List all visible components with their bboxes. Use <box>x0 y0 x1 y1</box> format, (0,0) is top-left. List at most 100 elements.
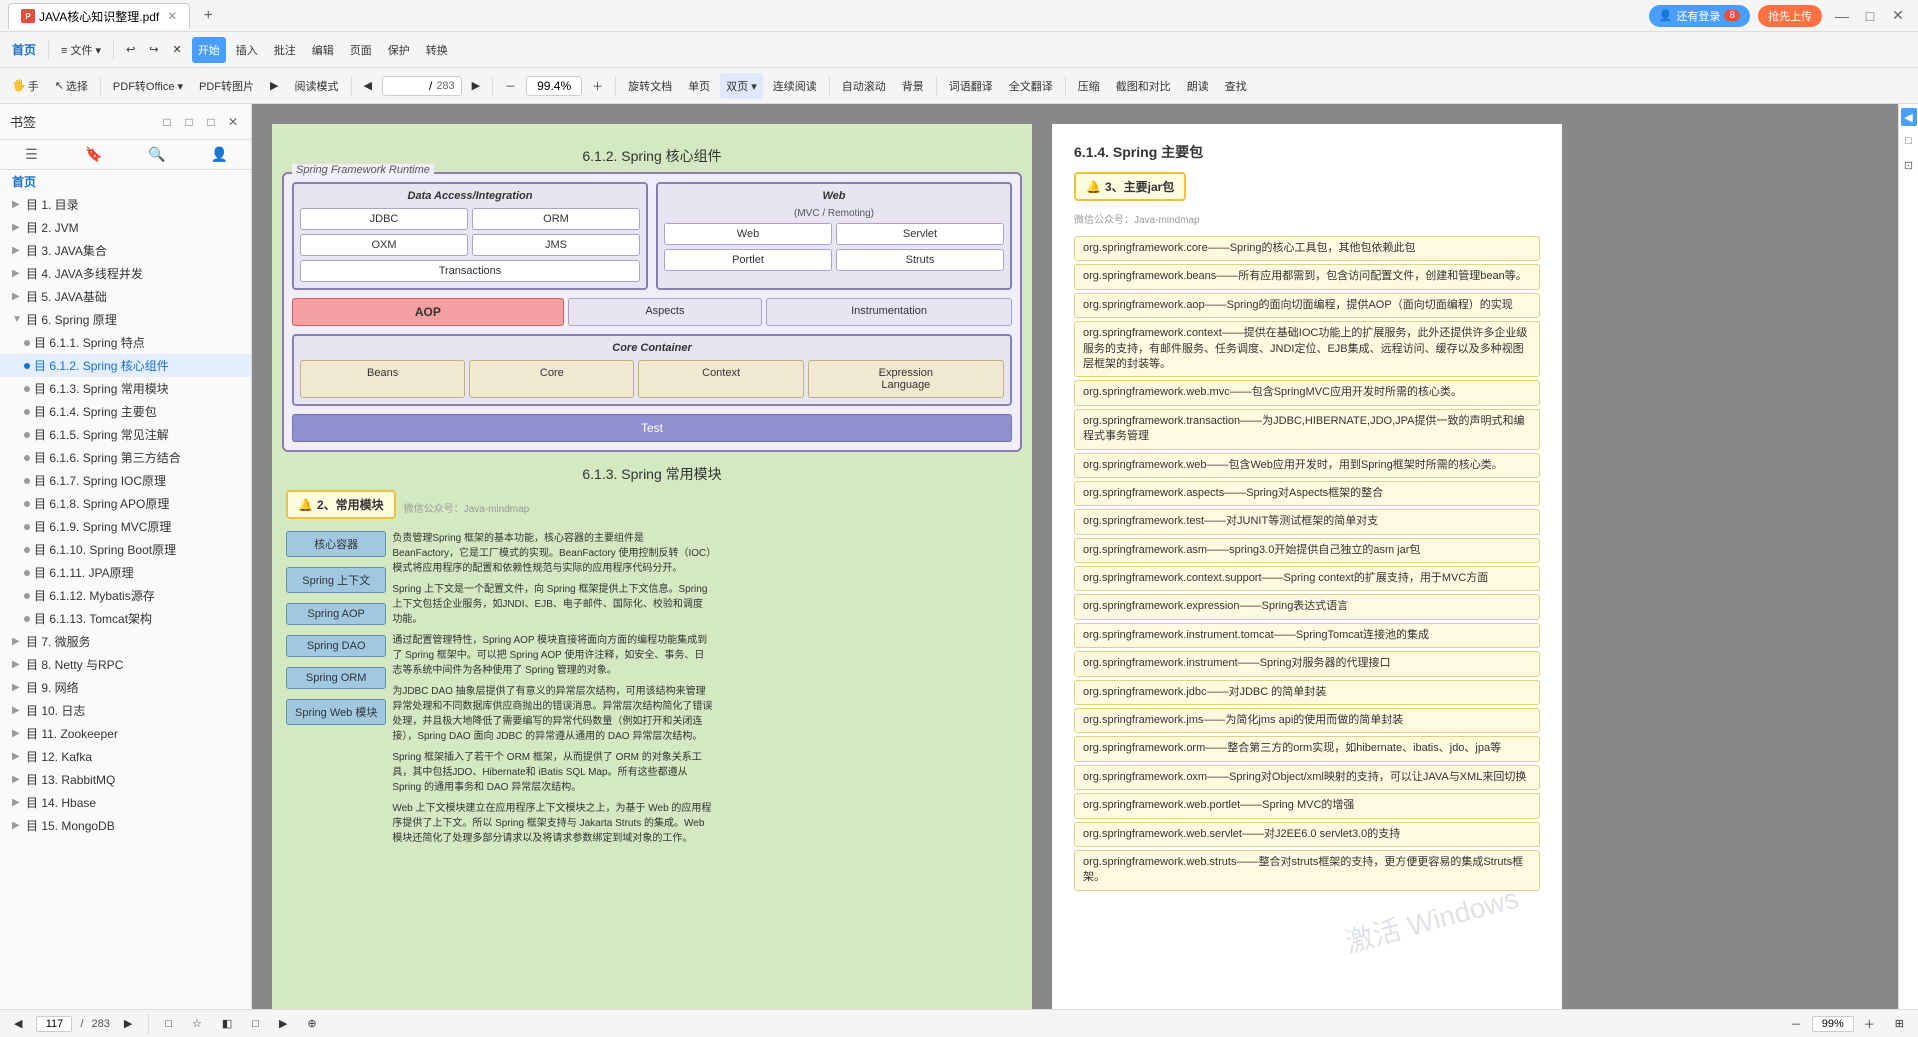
portlet-btn[interactable]: Portlet <box>664 249 832 271</box>
status-tool-1[interactable]: □ <box>159 1011 178 1037</box>
home-btn[interactable]: 首页 <box>6 37 42 63</box>
sidebar-tab-user[interactable]: 👤 <box>188 140 251 169</box>
prev-page-btn[interactable]: ◀ <box>358 73 378 99</box>
single-page-btn[interactable]: 单页 <box>682 73 716 99</box>
zoom-out-status-btn[interactable]: － <box>1785 1011 1808 1037</box>
login-btn[interactable]: 👤 还有登录 8 <box>1649 5 1750 27</box>
sidebar-item-ch10[interactable]: ▶ 目 10. 日志 <box>0 699 251 722</box>
module-spring-aop[interactable]: Spring AOP <box>286 603 386 625</box>
double-page-btn[interactable]: 双页 ▾ <box>720 73 763 99</box>
cancel-btn[interactable]: ✕ <box>167 37 188 63</box>
jdbc-btn[interactable]: JDBC <box>300 208 468 230</box>
sidebar-item-ch2[interactable]: ▶ 目 2. JVM <box>0 216 251 239</box>
servlet-btn[interactable]: Servlet <box>836 223 1004 245</box>
sidebar-icon-3[interactable]: □ <box>203 114 219 130</box>
module-spring-web[interactable]: Spring Web 模块 <box>286 699 386 725</box>
sidebar-tab-toc[interactable]: ☰ <box>0 140 63 169</box>
sidebar-item-ch6110[interactable]: 目 6.1.10. Spring Boot原理 <box>0 538 251 561</box>
play-btn[interactable]: ▶ <box>264 73 284 99</box>
zoom-in-btn[interactable]: ＋ <box>586 73 609 99</box>
aspects-btn[interactable]: Aspects <box>568 298 762 326</box>
transactions-btn[interactable]: Transactions <box>300 260 640 282</box>
core-btn[interactable]: Core <box>469 360 634 398</box>
zoom-status-input[interactable] <box>1812 1016 1854 1032</box>
sidebar-icon-1[interactable]: □ <box>159 114 175 130</box>
read-btn[interactable]: 朗读 <box>1181 73 1215 99</box>
undo-btn[interactable]: ↩ <box>120 37 141 63</box>
right-icon-expand[interactable]: ◀ <box>1901 108 1917 126</box>
comment-btn[interactable]: 批注 <box>268 37 302 63</box>
insert-btn[interactable]: 插入 <box>230 37 264 63</box>
screenshot-btn[interactable]: 截图和对比 <box>1110 73 1177 99</box>
sidebar-item-ch613[interactable]: 目 6.1.3. Spring 常用模块 <box>0 377 251 400</box>
search-toolbar-btn[interactable]: 查找 <box>1219 73 1253 99</box>
compress-btn[interactable]: 压缩 <box>1072 73 1106 99</box>
test-btn[interactable]: Test <box>292 414 1012 442</box>
sidebar-item-ch7[interactable]: ▶ 目 7. 微服务 <box>0 630 251 653</box>
zoom-input[interactable] <box>533 79 575 93</box>
next-page-btn[interactable]: ▶ <box>466 73 486 99</box>
oxm-btn[interactable]: OXM <box>300 234 468 256</box>
close-btn[interactable]: ✕ <box>1886 4 1910 28</box>
page-btn[interactable]: 页面 <box>344 37 378 63</box>
status-prev-btn[interactable]: ◀ <box>8 1011 28 1037</box>
pdf-pages[interactable]: 6.1.2. Spring 核心组件 Spring Framework Runt… <box>252 104 1898 1009</box>
status-tool-4[interactable]: □ <box>246 1011 265 1037</box>
expression-btn[interactable]: ExpressionLanguage <box>808 360 1004 398</box>
sidebar-tab-search[interactable]: 🔍 <box>126 140 189 169</box>
tab-close-btn[interactable]: ✕ <box>167 9 177 23</box>
maximize-btn[interactable]: □ <box>1858 4 1882 28</box>
module-spring-context[interactable]: Spring 上下文 <box>286 567 386 593</box>
orm-btn[interactable]: ORM <box>472 208 640 230</box>
bg-btn[interactable]: 背景 <box>896 73 930 99</box>
sidebar-tab-bookmarks[interactable]: 🔖 <box>63 140 126 169</box>
sidebar-item-ch616[interactable]: 目 6.1.6. Spring 第三方结合 <box>0 446 251 469</box>
aop-btn[interactable]: AOP <box>292 298 564 326</box>
protect-btn[interactable]: 保护 <box>382 37 416 63</box>
status-page-input[interactable] <box>36 1016 72 1032</box>
full-translate-btn[interactable]: 全文翻译 <box>1003 73 1059 99</box>
status-tool-2[interactable]: ☆ <box>186 1011 208 1037</box>
hand-tool-btn[interactable]: 🖐 手 <box>6 73 45 99</box>
sidebar-item-ch14[interactable]: ▶ 目 14. Hbase <box>0 791 251 814</box>
status-play-btn[interactable]: ▶ <box>273 1011 293 1037</box>
auto-scroll-btn[interactable]: 自动滚动 <box>836 73 892 99</box>
sidebar-item-ch4[interactable]: ▶ 目 4. JAVA多线程并发 <box>0 262 251 285</box>
sidebar-item-ch615[interactable]: 目 6.1.5. Spring 常见注解 <box>0 423 251 446</box>
struts-btn[interactable]: Struts <box>836 249 1004 271</box>
sidebar-item-ch12[interactable]: ▶ 目 12. Kafka <box>0 745 251 768</box>
sidebar-item-ch5[interactable]: ▶ 目 5. JAVA基础 <box>0 285 251 308</box>
sidebar-item-home[interactable]: 首页 <box>0 170 251 193</box>
jms-btn[interactable]: JMS <box>472 234 640 256</box>
redo-btn[interactable]: ↪ <box>143 37 164 63</box>
sidebar-item-ch13[interactable]: ▶ 目 13. RabbitMQ <box>0 768 251 791</box>
zoom-in-status-btn[interactable]: ＋ <box>1858 1011 1881 1037</box>
upload-btn[interactable]: 抢先上传 <box>1758 5 1822 27</box>
sidebar-item-ch611[interactable]: 目 6.1.1. Spring 特点 <box>0 331 251 354</box>
sidebar-item-ch617[interactable]: 目 6.1.7. Spring IOC原理 <box>0 469 251 492</box>
sidebar-item-ch6111[interactable]: 目 6.1.11. JPA原理 <box>0 561 251 584</box>
sidebar-item-ch6113[interactable]: 目 6.1.13. Tomcat架构 <box>0 607 251 630</box>
instrumentation-btn[interactable]: Instrumentation <box>766 298 1012 326</box>
new-tab-btn[interactable]: + <box>196 4 220 28</box>
right-icon-1[interactable]: □ <box>1900 132 1918 150</box>
translate-word-btn[interactable]: 词语翻译 <box>943 73 999 99</box>
zoom-out-btn[interactable]: － <box>499 73 522 99</box>
module-spring-dao[interactable]: Spring DAO <box>286 635 386 657</box>
module-core-container[interactable]: 核心容器 <box>286 531 386 557</box>
web-btn[interactable]: Web <box>664 223 832 245</box>
select-tool-btn[interactable]: ↖ 选择 <box>49 73 94 99</box>
sidebar-item-ch15[interactable]: ▶ 目 15. MongoDB <box>0 814 251 837</box>
pdf-to-img-btn[interactable]: PDF转图片 <box>193 73 260 99</box>
edit-btn[interactable]: 编辑 <box>306 37 340 63</box>
right-icon-2[interactable]: ⊡ <box>1900 156 1918 174</box>
pdf-to-office-btn[interactable]: PDF转Office ▾ <box>107 73 189 99</box>
sidebar-item-ch612[interactable]: 目 6.1.2. Spring 核心组件 <box>0 354 251 377</box>
rotate-btn[interactable]: 旋转文档 <box>622 73 678 99</box>
sidebar-item-ch9[interactable]: ▶ 目 9. 网络 <box>0 676 251 699</box>
sidebar-item-ch1[interactable]: ▶ 目 1. 目录 <box>0 193 251 216</box>
status-next-btn[interactable]: ▶ <box>118 1011 138 1037</box>
context-btn[interactable]: Context <box>638 360 803 398</box>
sidebar-item-ch6112[interactable]: 目 6.1.12. Mybatis源存 <box>0 584 251 607</box>
fit-page-btn[interactable]: ⊞ <box>1889 1011 1910 1037</box>
